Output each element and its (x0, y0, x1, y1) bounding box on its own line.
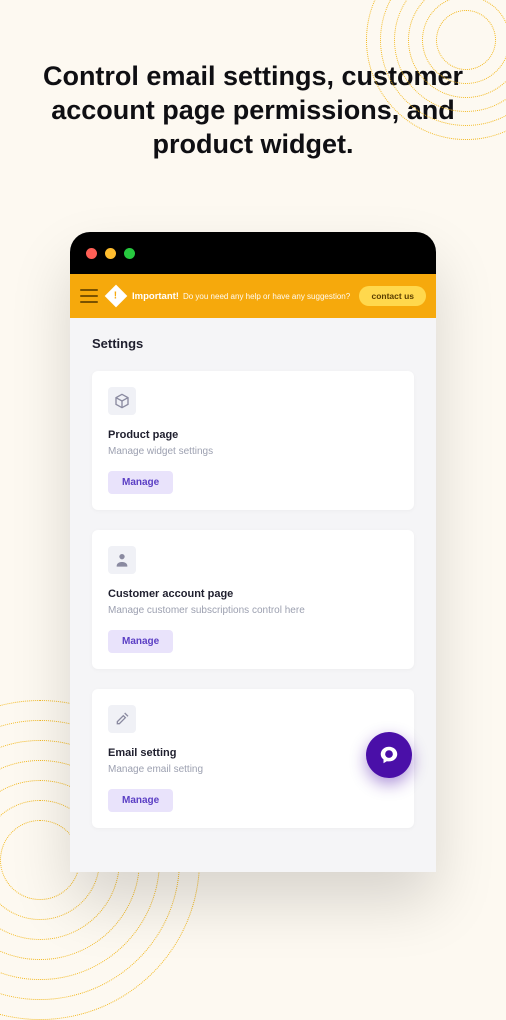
page-headline: Control email settings, customer account… (0, 0, 506, 161)
banner-message: Do you need any help or have any suggest… (183, 292, 350, 301)
page-title: Settings (92, 336, 414, 351)
banner-text: Important! Do you need any help or have … (132, 291, 351, 302)
window-close-icon[interactable] (86, 248, 97, 259)
banner-important-label: Important! (132, 291, 179, 302)
card-subtitle: Manage customer subscriptions control he… (108, 605, 398, 616)
card-product-page: Product page Manage widget settings Mana… (92, 371, 414, 510)
card-title: Customer account page (108, 588, 398, 600)
manage-button[interactable]: Manage (108, 471, 173, 494)
card-customer-account: Customer account page Manage customer su… (92, 530, 414, 669)
window-zoom-icon[interactable] (124, 248, 135, 259)
menu-icon[interactable] (80, 289, 98, 303)
cube-icon (108, 387, 136, 415)
content-area: Settings Product page Manage widget sett… (70, 318, 436, 866)
chat-fab-button[interactable] (366, 732, 412, 778)
notification-banner: Important! Do you need any help or have … (70, 274, 436, 318)
window-minimize-icon[interactable] (105, 248, 116, 259)
window-titlebar (70, 232, 436, 274)
manage-button[interactable]: Manage (108, 630, 173, 653)
card-title: Email setting (108, 747, 398, 759)
tools-icon (108, 705, 136, 733)
manage-button[interactable]: Manage (108, 789, 173, 812)
card-subtitle: Manage email setting (108, 764, 398, 775)
card-title: Product page (108, 429, 398, 441)
card-subtitle: Manage widget settings (108, 446, 398, 457)
important-icon (105, 285, 128, 308)
user-icon (108, 546, 136, 574)
contact-us-button[interactable]: contact us (359, 286, 426, 306)
chat-icon (378, 744, 400, 766)
device-frame: Important! Do you need any help or have … (70, 232, 436, 872)
